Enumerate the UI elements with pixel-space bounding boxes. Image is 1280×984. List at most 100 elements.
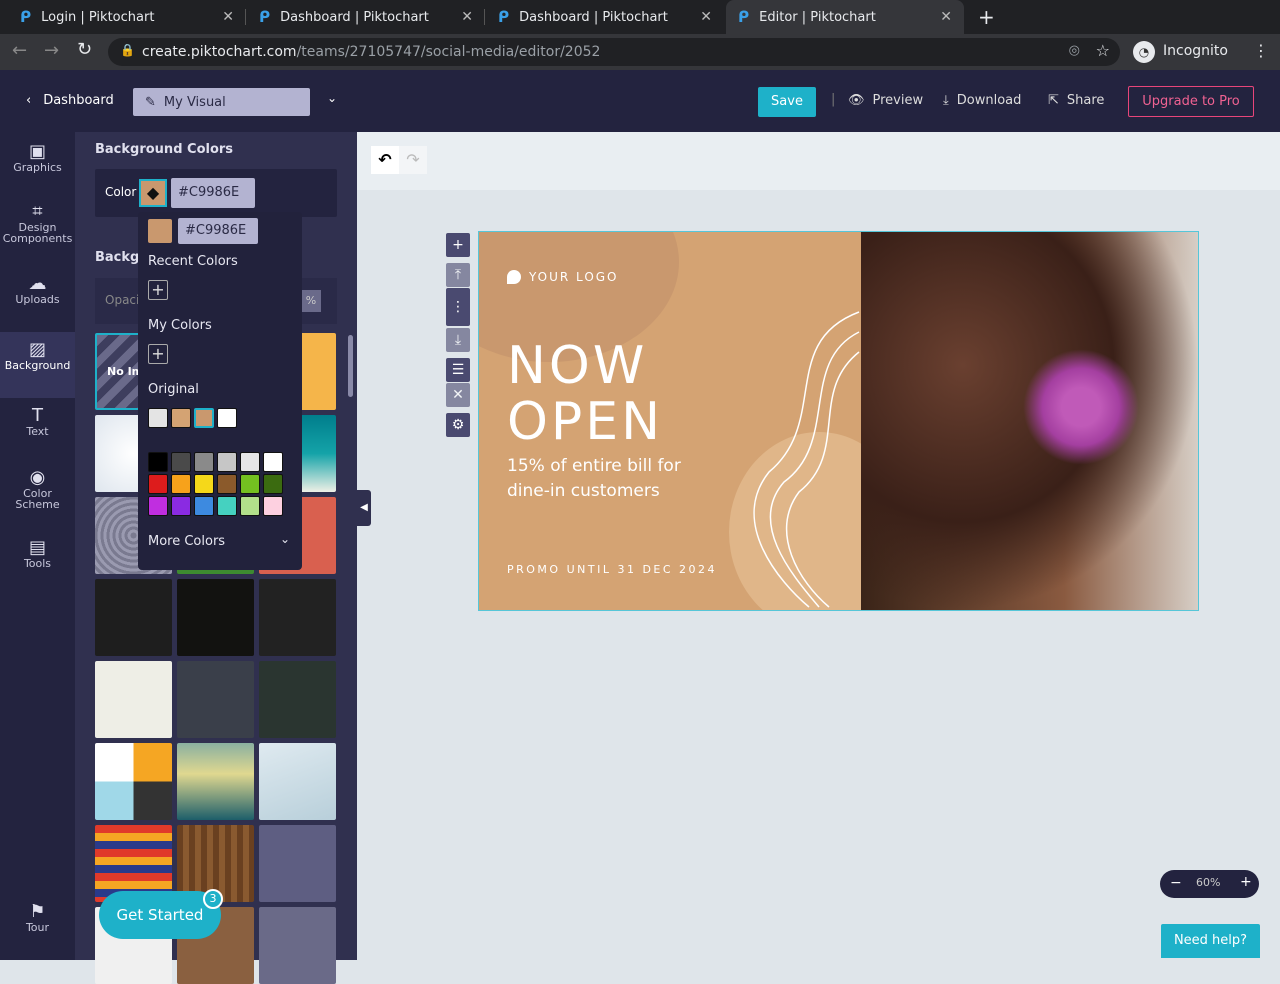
incognito-icon: ◔: [1133, 41, 1155, 63]
color-swatch[interactable]: [171, 496, 191, 516]
color-swatch[interactable]: [171, 408, 191, 428]
reload-icon[interactable]: ↻: [77, 39, 92, 60]
undo-icon[interactable]: ↶: [371, 146, 399, 174]
color-swatch[interactable]: [240, 452, 260, 472]
profile-label[interactable]: Incognito: [1163, 43, 1228, 59]
color-swatch[interactable]: [217, 452, 237, 472]
browser-tab[interactable]: ᑭ Dashboard | Piktochart ✕: [247, 0, 485, 34]
sidebar-item-uploads[interactable]: ☁ Uploads: [0, 275, 75, 306]
chevron-down-icon[interactable]: ⌄: [280, 532, 290, 546]
color-swatch[interactable]: [194, 496, 214, 516]
add-my-color-icon[interactable]: +: [148, 344, 168, 364]
scrollbar[interactable]: [348, 335, 353, 397]
forward-icon[interactable]: →: [44, 40, 59, 61]
menu-icon[interactable]: ⋮: [1253, 41, 1269, 60]
get-started-button[interactable]: Get Started 3: [99, 889, 223, 939]
background-thumb[interactable]: [259, 579, 336, 656]
back-label: Dashboard: [43, 93, 114, 108]
duplicate-icon[interactable]: ☰: [446, 358, 470, 382]
color-swatch[interactable]: [217, 474, 237, 494]
delete-icon[interactable]: ✕: [446, 383, 470, 407]
sidebar-label: Uploads: [15, 293, 60, 306]
background-thumb[interactable]: [95, 579, 172, 656]
color-swatch[interactable]: [148, 496, 168, 516]
subtext-line2: dine-in customers: [507, 481, 660, 501]
photo[interactable]: [861, 232, 1198, 610]
color-swatch[interactable]: [263, 474, 283, 494]
promo-text: PROMO UNTIL 31 DEC 2024: [507, 563, 718, 576]
more-colors-toggle[interactable]: More Colors: [148, 534, 225, 549]
color-swatch[interactable]: [194, 408, 214, 428]
browser-tab[interactable]: ᑭ Login | Piktochart ✕: [8, 0, 246, 34]
logo-text: YOUR LOGO: [529, 270, 619, 284]
color-swatch[interactable]: [148, 408, 168, 428]
section-title: Background Colors: [95, 142, 234, 157]
color-swatch[interactable]: [171, 452, 191, 472]
redo-icon[interactable]: ↷: [399, 146, 427, 174]
color-hex-input[interactable]: #C9986E: [171, 178, 255, 208]
move-down-icon[interactable]: ⤓: [446, 328, 470, 352]
background-thumb[interactable]: [259, 743, 336, 820]
color-swatch[interactable]: [240, 496, 260, 516]
need-help-button[interactable]: Need help?: [1161, 924, 1260, 958]
url-input[interactable]: 🔒 create.piktochart.com/teams/27105747/s…: [108, 38, 1120, 66]
close-icon[interactable]: ✕: [461, 9, 473, 25]
color-swatch[interactable]: [263, 452, 283, 472]
color-swatch[interactable]: [148, 452, 168, 472]
add-recent-color-icon[interactable]: +: [148, 280, 168, 300]
title-input[interactable]: ✎ My Visual: [133, 88, 310, 116]
sidebar-item-text[interactable]: T Text: [0, 407, 75, 438]
zoom-in-button[interactable]: +: [1240, 874, 1252, 890]
background-thumb[interactable]: [177, 579, 254, 656]
color-swatch[interactable]: [194, 474, 214, 494]
piktochart-icon: ᑭ: [20, 8, 32, 26]
collapse-panel-toggle[interactable]: ◀: [357, 490, 371, 526]
design-canvas[interactable]: YOUR LOGO NOW OPEN 15% of entire bill fo…: [478, 231, 1199, 611]
hex-input[interactable]: #C9986E: [178, 218, 258, 244]
color-swatch[interactable]: [148, 474, 168, 494]
close-icon[interactable]: ✕: [940, 9, 952, 25]
tracking-off-icon[interactable]: ◎: [1069, 43, 1080, 58]
back-to-dashboard[interactable]: ‹ Dashboard: [26, 93, 114, 108]
sidebar-item-design-components[interactable]: ⌗ Design Components: [0, 203, 75, 245]
save-button[interactable]: Save: [758, 87, 816, 117]
upgrade-button[interactable]: Upgrade to Pro: [1128, 86, 1254, 117]
color-swatch[interactable]: [171, 474, 191, 494]
close-icon[interactable]: ✕: [222, 9, 234, 25]
settings-icon[interactable]: ⚙: [446, 413, 470, 437]
add-block-icon[interactable]: +: [446, 233, 470, 257]
opacity-input[interactable]: %: [301, 290, 321, 312]
paint-bucket-icon[interactable]: ◆: [139, 179, 167, 207]
color-swatch[interactable]: [194, 452, 214, 472]
chevron-down-icon[interactable]: ⌄: [327, 91, 337, 105]
sidebar-item-color-scheme[interactable]: ◉ Color Scheme: [0, 469, 75, 511]
piktochart-icon: ᑭ: [259, 8, 271, 26]
browser-tab-active[interactable]: ᑭ Editor | Piktochart ✕: [726, 0, 964, 34]
zoom-out-button[interactable]: −: [1170, 875, 1182, 891]
background-thumb[interactable]: [95, 743, 172, 820]
sidebar-item-tools[interactable]: ▤ Tools: [0, 539, 75, 570]
move-up-icon[interactable]: ⤒: [446, 263, 470, 287]
background-thumb[interactable]: [177, 661, 254, 738]
background-thumb[interactable]: [259, 907, 336, 984]
sidebar-item-graphics[interactable]: ▣ Graphics: [0, 143, 75, 174]
close-icon[interactable]: ✕: [700, 9, 712, 25]
block-handle[interactable]: ⋮: [446, 288, 470, 326]
preview-button[interactable]: 👁 Preview: [848, 93, 923, 108]
background-thumb[interactable]: [95, 661, 172, 738]
background-thumb[interactable]: [177, 743, 254, 820]
color-swatch[interactable]: [240, 474, 260, 494]
background-thumb[interactable]: [259, 825, 336, 902]
sidebar-item-tour[interactable]: ⚑ Tour: [0, 903, 75, 934]
back-icon[interactable]: ←: [12, 40, 27, 61]
browser-tab[interactable]: ᑭ Dashboard | Piktochart ✕: [486, 0, 724, 34]
color-swatch[interactable]: [217, 408, 237, 428]
star-icon[interactable]: ☆: [1096, 41, 1110, 60]
color-swatch[interactable]: [217, 496, 237, 516]
background-thumb[interactable]: [259, 661, 336, 738]
download-button[interactable]: ⤓ Download: [943, 93, 1021, 108]
sidebar-item-background[interactable]: ▨ Background: [0, 332, 75, 398]
color-swatch[interactable]: [263, 496, 283, 516]
new-tab-button[interactable]: +: [978, 5, 995, 29]
share-button[interactable]: ⇱ Share: [1048, 93, 1104, 108]
